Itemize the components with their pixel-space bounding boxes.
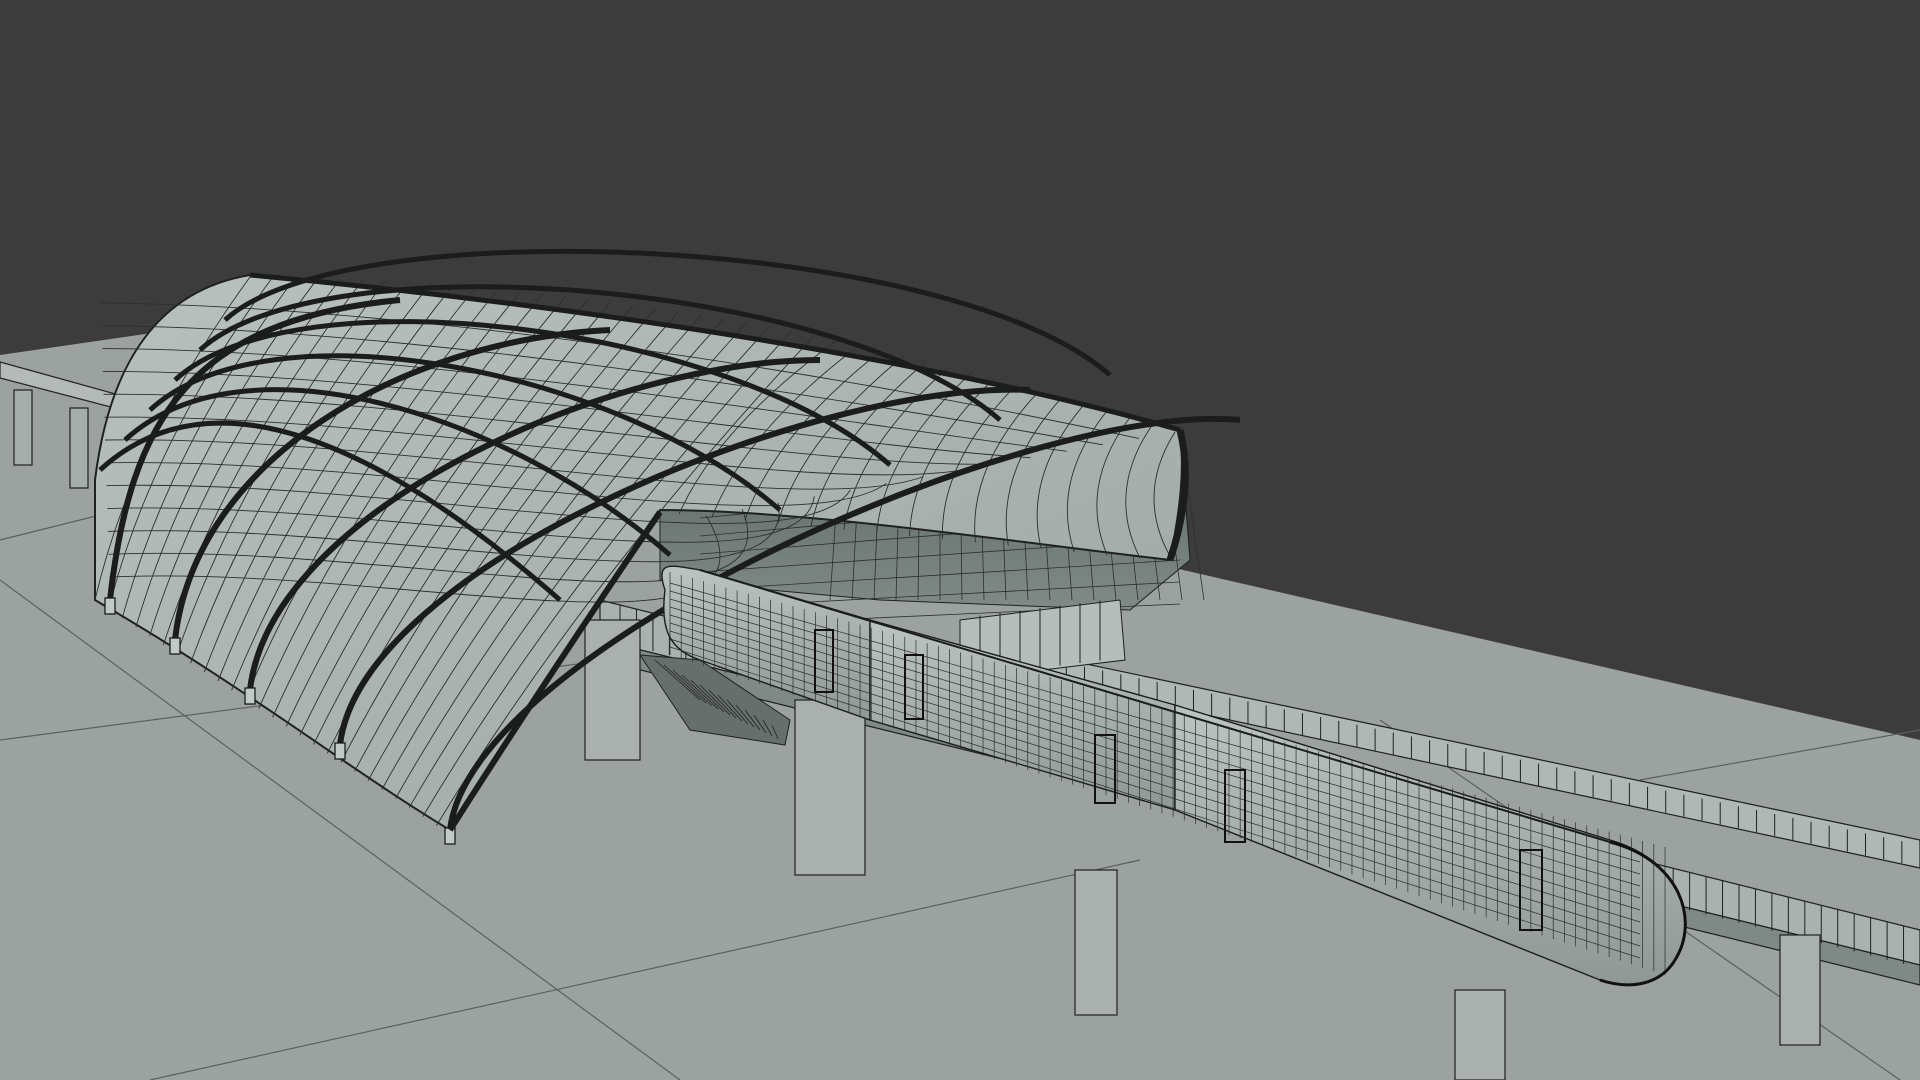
3d-viewport[interactable] xyxy=(0,0,1920,1080)
station-render xyxy=(0,0,1920,1080)
rib-foot xyxy=(244,687,256,705)
rib-foot xyxy=(444,827,456,845)
rib-foot xyxy=(104,597,116,615)
rib-foot xyxy=(169,637,181,655)
rib-foot xyxy=(334,742,346,760)
